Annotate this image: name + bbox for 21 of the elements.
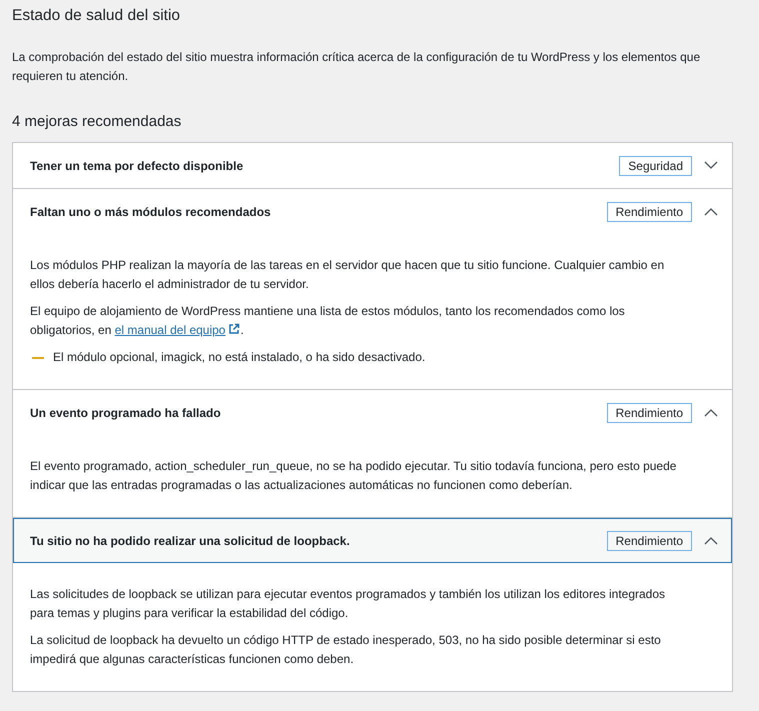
category-badge: Rendimiento bbox=[606, 202, 692, 222]
page-title: Estado de salud del sitio bbox=[12, 6, 182, 26]
chevron-down-icon bbox=[704, 161, 718, 170]
body-paragraph: Las solicitudes de loopback se utilizan para ejecutar eventos programados y también los utilizan los editores integrados para temas y plugins para verificar la estabilidad del código. bbox=[30, 586, 666, 622]
chevron-up-icon bbox=[704, 536, 718, 545]
page-description: La comprobación del estado del sitio muestra información crítica acerca de la configuración de tu WordPress y los elementos que requieren tu atención. bbox=[12, 49, 702, 85]
external-link-icon bbox=[228, 323, 240, 335]
body-paragraph: El equipo de alojamiento de WordPress mantiene una lista de estos módulos, tanto los recomendados como los obligatorios, en el manual del equipo . bbox=[30, 303, 626, 339]
category-badge: Rendimiento bbox=[606, 530, 692, 550]
chevron-up-icon bbox=[704, 207, 718, 216]
category-badge: Rendimiento bbox=[606, 402, 692, 422]
warning-text: El módulo opcional, imagick, no está instalado, o ha sido desactivado. bbox=[53, 349, 426, 366]
body-paragraph: La solicitud de loopback ha devuelto un código HTTP de estado inesperado, 503, no ha sido posible determinar si esto impedirá que algunas características funcionen como deben. bbox=[30, 632, 662, 668]
category-badge: Seguridad bbox=[619, 156, 692, 176]
chevron-up-icon bbox=[704, 408, 718, 417]
warning-dash-icon bbox=[32, 356, 44, 358]
body-paragraph: Los módulos PHP realizan la mayoría de las tareas en el servidor que hacen que tu sitio funcione. Cualquier cambio en ellos debería hacerlo el administrador de tu servidor. bbox=[30, 257, 666, 293]
section-title: 4 mejoras recomendadas bbox=[12, 112, 182, 132]
issue-header[interactable]: Tu sitio no ha podido realizar una solicitud de loopback. Rendimiento bbox=[13, 518, 732, 563]
body-paragraph: El evento programado, action_scheduler_run_queue, no se ha podido ejecutar. Tu sitio todavía funciona, pero esto puede indicar que las entradas programadas o las actualizaciones automáticas no funcionen como deberían. bbox=[30, 458, 678, 494]
manual-link[interactable]: el manual del equipo bbox=[114, 323, 240, 337]
